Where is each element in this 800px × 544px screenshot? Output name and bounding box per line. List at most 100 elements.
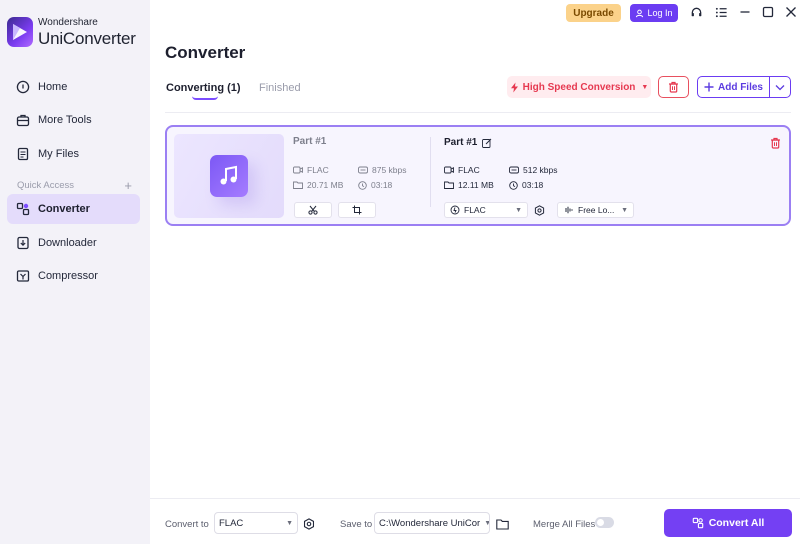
target-size-value: 12.11 MB	[458, 180, 494, 190]
brand-name: UniConverter	[38, 28, 136, 48]
upgrade-button[interactable]: Upgrade	[566, 4, 621, 22]
source-file-name: Part #1	[293, 136, 327, 147]
gear-icon	[534, 204, 545, 216]
music-note-icon	[210, 155, 248, 197]
edit-icon[interactable]	[482, 138, 492, 148]
convert-to-value: FLAC	[219, 517, 244, 529]
caret-down-icon: ▼	[515, 206, 522, 214]
page-title: Converter	[165, 43, 246, 62]
sidebar-item-label: Downloader	[38, 237, 97, 249]
clock-icon	[358, 180, 367, 190]
clock-icon	[509, 180, 518, 190]
folder-icon	[293, 181, 303, 189]
tab-finished[interactable]: Finished	[259, 82, 301, 94]
caret-down-icon: ▼	[641, 83, 649, 91]
sidebar-item-label: Converter	[38, 203, 90, 215]
login-button[interactable]: Log In	[630, 4, 678, 22]
converter-icon	[16, 202, 30, 216]
convert-settings-button[interactable]	[303, 517, 315, 535]
trim-button[interactable]	[294, 202, 332, 218]
file-icon	[16, 147, 30, 161]
source-size-value: 20.71 MB	[307, 180, 344, 190]
menu-icon[interactable]	[714, 5, 728, 19]
headset-icon[interactable]	[689, 5, 703, 19]
effects-button[interactable]	[338, 202, 376, 218]
target-bitrate-value: 512 kbps	[523, 165, 558, 175]
convert-to-select[interactable]: FLAC ▼	[214, 512, 298, 534]
merge-all-files-label: Merge All Files	[533, 519, 596, 530]
source-size: 20.71 MB	[293, 180, 343, 190]
output-settings-button[interactable]	[531, 202, 548, 218]
target-file-name: Part #1	[444, 137, 478, 148]
high-speed-conversion-button[interactable]: High Speed Conversion ▼	[507, 76, 651, 98]
remove-file-button[interactable]	[770, 136, 781, 154]
sidebar-item-downloader[interactable]: Downloader	[7, 228, 140, 258]
open-folder-button[interactable]	[496, 517, 509, 535]
audio-setting-select[interactable]: Free Lo... ▼	[557, 202, 634, 218]
quick-access-add-button[interactable]: +	[124, 178, 132, 193]
bitrate-icon	[358, 166, 368, 174]
scissors-icon	[308, 205, 318, 215]
toolbox-icon	[16, 113, 30, 127]
add-files-dropdown-button[interactable]	[770, 84, 790, 91]
source-format: FLAC	[293, 165, 329, 175]
trash-icon	[669, 81, 678, 93]
convert-all-button[interactable]: Convert All	[664, 509, 792, 537]
format-icon	[450, 205, 460, 215]
sidebar-item-more-tools[interactable]: More Tools	[7, 105, 140, 135]
tab-converting[interactable]: Converting (1)	[166, 82, 241, 94]
maximize-icon[interactable]	[761, 5, 775, 19]
output-format-select[interactable]: FLAC ▼	[444, 202, 528, 218]
file-card[interactable]: Part #1 FLAC 875 kbps 20.71 MB 03:18 Par…	[165, 125, 791, 226]
delete-all-button[interactable]	[658, 76, 689, 98]
header-divider	[165, 112, 791, 113]
trash-icon	[771, 137, 780, 149]
target-format-value: FLAC	[458, 165, 480, 175]
close-icon[interactable]	[784, 5, 798, 19]
sidebar-item-label: Compressor	[38, 270, 98, 282]
bitrate-icon	[509, 166, 519, 174]
folder-icon	[444, 181, 454, 189]
source-duration: 03:18	[358, 180, 392, 190]
chevron-down-icon	[775, 84, 785, 90]
sidebar-item-home[interactable]: Home	[7, 72, 140, 102]
gear-icon	[303, 518, 315, 530]
sidebar-item-my-files[interactable]: My Files	[7, 139, 140, 169]
minimize-icon[interactable]	[738, 5, 752, 19]
caret-down-icon: ▼	[286, 519, 293, 527]
sidebar-item-label: More Tools	[38, 114, 92, 126]
plus-icon	[704, 82, 714, 92]
caret-down-icon: ▼	[621, 206, 628, 214]
high-speed-conversion-label: High Speed Conversion	[522, 81, 636, 93]
folder-icon	[496, 519, 509, 530]
merge-all-files-toggle[interactable]	[595, 517, 614, 528]
target-format: FLAC	[444, 165, 480, 175]
card-divider	[430, 137, 431, 207]
sidebar-item-compressor[interactable]: Compressor	[7, 261, 140, 291]
convert-all-label: Convert All	[708, 517, 765, 529]
output-format-value: FLAC	[464, 205, 486, 215]
brand-small-text: Wondershare	[38, 16, 98, 28]
save-to-value: C:\Wondershare UniCor	[379, 517, 481, 529]
quick-access-label: Quick Access	[17, 180, 75, 191]
converter-icon	[692, 517, 703, 529]
video-icon	[293, 166, 303, 174]
file-thumbnail	[174, 134, 284, 218]
caret-down-icon: ▼	[480, 520, 489, 527]
home-icon	[16, 80, 30, 94]
source-duration-value: 03:18	[371, 180, 393, 190]
add-files-label: Add Files	[717, 81, 763, 93]
sidebar-item-converter[interactable]: Converter	[7, 194, 140, 224]
save-to-select[interactable]: C:\Wondershare UniCor ▼	[374, 512, 490, 534]
crop-icon	[352, 205, 362, 215]
download-icon	[16, 236, 30, 250]
target-size: 12.11 MB	[444, 180, 494, 190]
source-bitrate-value: 875 kbps	[372, 165, 407, 175]
audio-setting-value: Free Lo...	[578, 205, 615, 215]
brand: Wondershare UniConverter	[7, 17, 136, 47]
login-label: Log In	[647, 8, 673, 18]
save-to-label: Save to	[340, 519, 373, 530]
uniconverter-logo-icon	[7, 17, 33, 47]
compress-icon	[16, 269, 30, 283]
add-files-button[interactable]: Add Files	[697, 76, 791, 98]
